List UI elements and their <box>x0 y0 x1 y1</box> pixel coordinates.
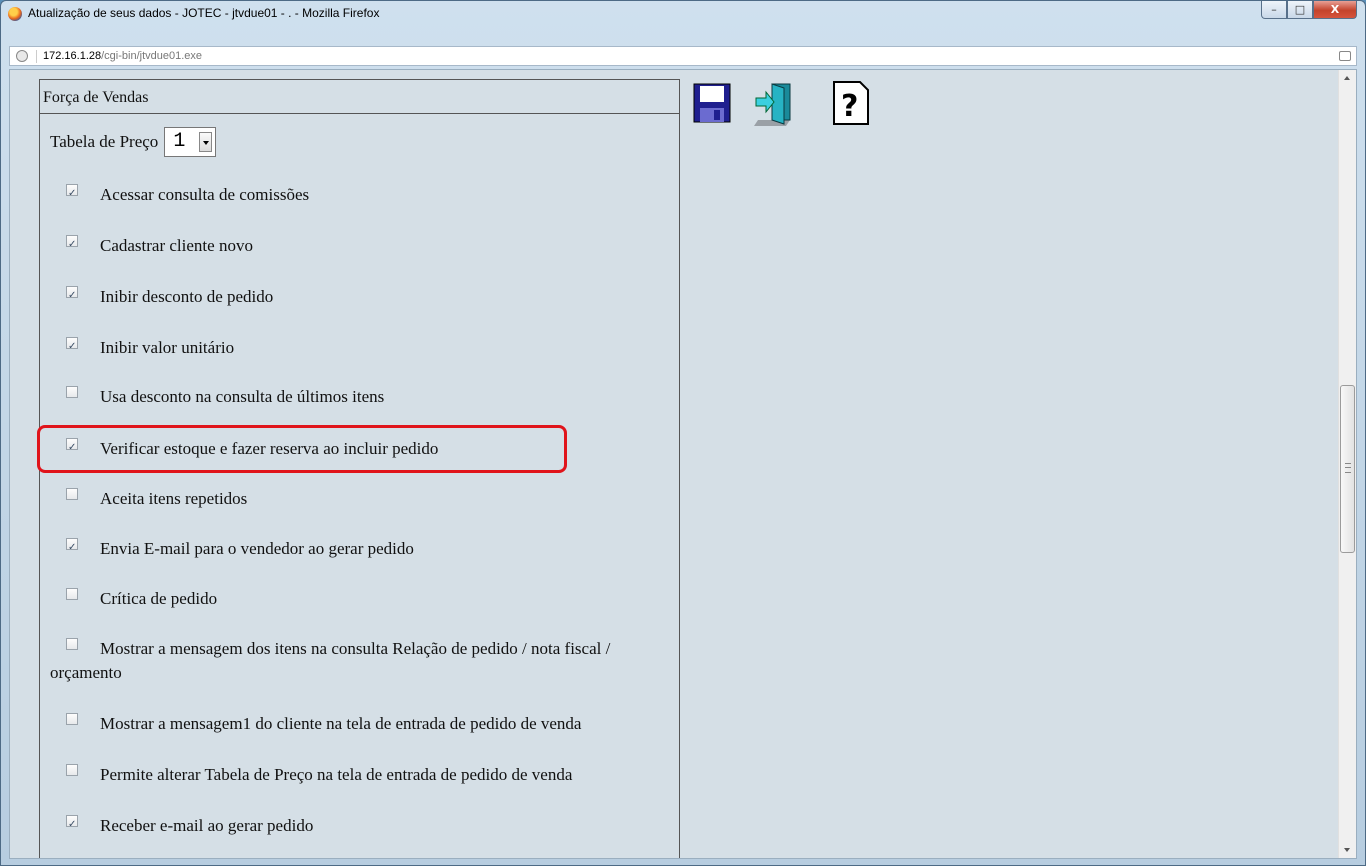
option-label: Envia E-mail para o vendedor ao gerar pe… <box>100 539 414 558</box>
panel-title: Força de Vendas <box>43 89 149 106</box>
option-acessar-consulta-comissoes: Acessar consulta de comissões <box>50 182 670 207</box>
checkbox[interactable] <box>66 536 78 560</box>
checkbox[interactable] <box>66 386 78 398</box>
option-mostrar-mensagem-itens: Mostrar a mensagem dos itens na consulta… <box>50 637 670 685</box>
browser-window: Atualização de seus dados - JOTEC - jtvd… <box>0 0 1366 866</box>
option-label: Receber e-mail ao gerar pedido <box>100 816 314 835</box>
checkbox[interactable] <box>66 233 78 257</box>
option-label: Aceita itens repetidos <box>100 489 248 508</box>
reader-view-icon[interactable] <box>1339 51 1351 61</box>
url-separator <box>36 50 37 63</box>
option-label: Acessar consulta de comissões <box>100 185 310 204</box>
chevron-down-icon[interactable] <box>199 132 213 152</box>
firefox-icon <box>8 7 22 21</box>
exit-door-icon[interactable] <box>754 80 794 126</box>
checkbox[interactable] <box>66 436 78 460</box>
checkbox[interactable] <box>66 713 78 725</box>
url-text[interactable]: 172.16.1.28/cgi-bin/jtvdue01.exe <box>43 50 202 62</box>
maximize-button[interactable]: □ <box>1287 1 1313 19</box>
option-critica-pedido: Crítica de pedido <box>50 587 670 611</box>
window-title: Atualização de seus dados - JOTEC - jtvd… <box>28 6 380 20</box>
option-label: Permite alterar Tabela de Preço na tela … <box>100 765 573 784</box>
divider <box>40 113 679 114</box>
divider <box>40 79 679 80</box>
option-label: Verificar estoque e fazer reserva ao inc… <box>100 439 439 458</box>
scroll-thumb[interactable] <box>1340 385 1355 553</box>
price-table-select[interactable]: 1 <box>164 127 217 157</box>
price-table-label: Tabela de Preço <box>50 132 159 151</box>
option-verificar-estoque-reserva: Verificar estoque e fazer reserva ao inc… <box>50 436 670 461</box>
vertical-scrollbar[interactable] <box>1338 70 1356 858</box>
option-label: Inibir valor unitário <box>100 338 235 357</box>
option-mostrar-mensagem1-cliente: Mostrar a mensagem1 do cliente na tela d… <box>50 712 670 736</box>
price-table-value: 1 <box>173 130 186 153</box>
option-inibir-desconto-pedido: Inibir desconto de pedido <box>50 284 670 309</box>
scroll-down-arrow-icon[interactable] <box>1339 842 1356 858</box>
window-controls: – □ X <box>1261 1 1357 21</box>
globe-icon <box>16 50 28 62</box>
help-icon[interactable]: ? <box>830 80 870 126</box>
minimize-button[interactable]: – <box>1261 1 1287 19</box>
grip-icon <box>1345 463 1351 473</box>
svg-text:?: ? <box>841 89 858 124</box>
sales-force-panel: Força de Vendas Tabela de Preço 1 Acessa… <box>37 79 680 858</box>
scroll-up-arrow-icon[interactable] <box>1339 70 1356 86</box>
checkbox[interactable] <box>66 182 78 206</box>
close-button[interactable]: X <box>1313 1 1357 19</box>
checkbox[interactable] <box>66 335 78 359</box>
checkbox[interactable] <box>66 764 78 776</box>
checkbox[interactable] <box>66 813 78 837</box>
address-bar[interactable]: 172.16.1.28/cgi-bin/jtvdue01.exe <box>9 46 1357 66</box>
option-aceita-itens-repetidos: Aceita itens repetidos <box>50 487 670 511</box>
option-permite-alterar-tabela-preco: Permite alterar Tabela de Preço na tela … <box>50 763 670 787</box>
url-host: 172.16.1.28 <box>43 50 102 62</box>
checkbox[interactable] <box>66 488 78 500</box>
option-label: Crítica de pedido <box>100 589 218 608</box>
option-envia-email-vendedor: Envia E-mail para o vendedor ao gerar pe… <box>50 536 670 561</box>
option-label: Usa desconto na consulta de últimos iten… <box>100 387 385 406</box>
title-bar: Atualização de seus dados - JOTEC - jtvd… <box>1 1 1365 27</box>
option-label: Mostrar a mensagem1 do cliente na tela d… <box>100 714 582 733</box>
checkbox[interactable] <box>66 284 78 308</box>
option-receber-email-pedido: Receber e-mail ao gerar pedido <box>50 813 670 838</box>
checkbox[interactable] <box>66 638 78 650</box>
page-content: Força de Vendas Tabela de Preço 1 Acessa… <box>9 69 1357 859</box>
price-table-row: Tabela de Preço 1 <box>50 127 217 157</box>
option-cadastrar-cliente-novo: Cadastrar cliente novo <box>50 233 670 258</box>
option-usa-desconto-ultimos-itens: Usa desconto na consulta de últimos iten… <box>50 385 670 409</box>
option-label: Inibir desconto de pedido <box>100 287 274 306</box>
option-label: Cadastrar cliente novo <box>100 236 253 255</box>
url-path: /cgi-bin/jtvdue01.exe <box>101 50 203 62</box>
save-icon[interactable] <box>692 80 732 126</box>
option-inibir-valor-unitario: Inibir valor unitário <box>50 335 670 360</box>
option-label: Mostrar a mensagem dos itens na consulta… <box>50 639 611 682</box>
checkbox[interactable] <box>66 588 78 600</box>
